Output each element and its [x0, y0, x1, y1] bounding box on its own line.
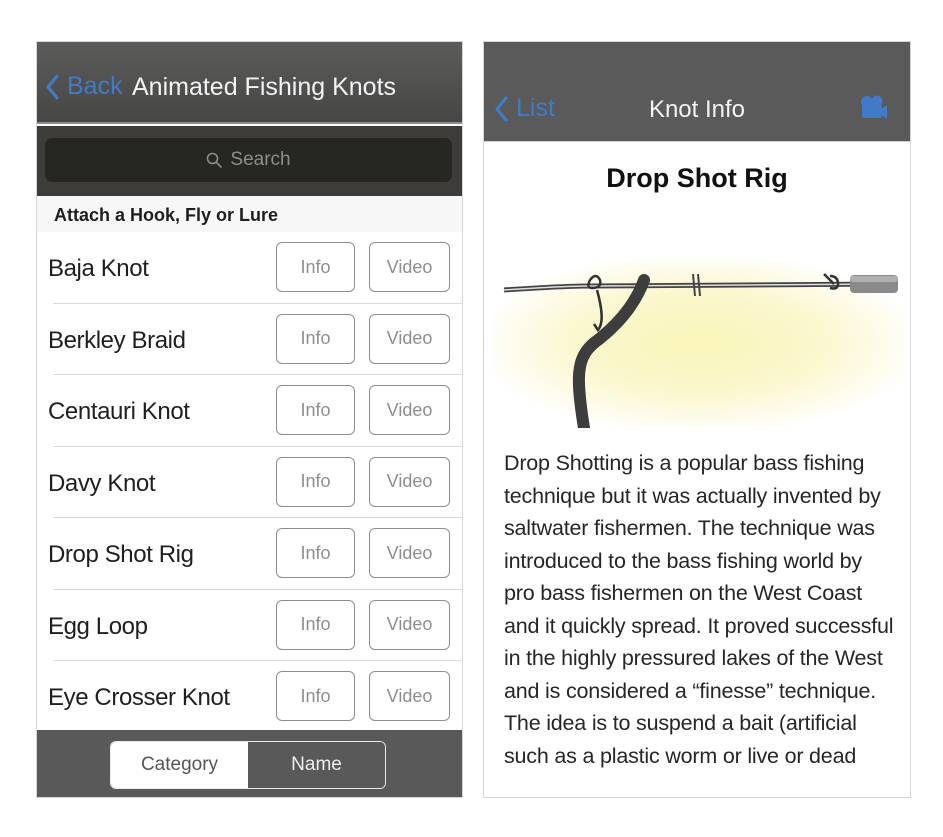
back-button[interactable]: Back: [45, 72, 123, 101]
knot-list: Baja Knot Info Video Berkley Braid Info …: [37, 232, 462, 733]
drop-shot-rig-illustration: [494, 258, 904, 428]
info-button[interactable]: Info: [276, 456, 355, 507]
knot-name: Egg Loop: [48, 612, 148, 640]
list-item[interactable]: Berkley Braid Info Video: [37, 304, 462, 376]
knot-name: Drop Shot Rig: [48, 541, 194, 568]
list-item[interactable]: Baja Knot Info Video: [37, 232, 462, 304]
video-button[interactable]: Video: [369, 242, 450, 292]
list-item[interactable]: Eye Crosser Knot Info Video: [37, 661, 462, 733]
knot-description: Drop Shotting is a popular bass fishing …: [504, 451, 894, 768]
sinker-highlight: [850, 276, 898, 282]
page-title: Knot Info: [648, 96, 746, 123]
info-button[interactable]: Info: [276, 599, 355, 650]
segment-category[interactable]: Category: [111, 742, 248, 788]
video-button[interactable]: Video: [369, 599, 450, 650]
list-item[interactable]: Egg Loop Info Video: [37, 590, 462, 662]
back-label: Back: [67, 72, 123, 100]
navigation-bar: Back Animated Fishing Knots: [37, 42, 462, 124]
search-bar-container: Search: [37, 126, 462, 196]
knot-info-screen: List Knot Info Drop Shot Rig Drop Shotti…: [483, 41, 911, 798]
list-item[interactable]: Centauri Knot Info Video: [37, 375, 462, 447]
video-button[interactable]: Video: [369, 385, 450, 435]
chevron-left-icon: [46, 73, 59, 100]
segment-name[interactable]: Name: [248, 742, 385, 788]
list-item[interactable]: Drop Shot Rig Info Video: [37, 518, 462, 590]
video-button[interactable]: Video: [369, 456, 450, 507]
description-fade: [484, 768, 910, 797]
knot-name: Berkley Braid: [48, 326, 186, 354]
info-button[interactable]: Info: [276, 528, 355, 578]
video-button[interactable]: Video: [369, 671, 450, 721]
list-item[interactable]: Davy Knot Info Video: [37, 447, 462, 519]
bottom-toolbar: Category Name: [37, 730, 462, 797]
knot-list-screen: Back Animated Fishing Knots Search Attac…: [36, 41, 463, 798]
page-title: Animated Fishing Knots: [132, 73, 397, 101]
knot-title: Drop Shot Rig: [606, 163, 788, 193]
knot-name: Davy Knot: [48, 469, 156, 497]
section-header: Attach a Hook, Fly or Lure: [37, 196, 462, 232]
search-placeholder: Search: [230, 149, 291, 170]
video-button[interactable]: Video: [369, 313, 450, 364]
sort-segmented-control: Category Name: [110, 741, 386, 789]
info-button[interactable]: Info: [276, 671, 355, 721]
knot-name: Baja Knot: [48, 255, 149, 282]
info-button[interactable]: Info: [276, 385, 355, 435]
info-button[interactable]: Info: [276, 313, 355, 364]
video-button[interactable]: Video: [369, 528, 450, 578]
navigation-bar: List Knot Info: [484, 42, 910, 142]
search-icon: [207, 152, 223, 168]
knot-name: Eye Crosser Knot: [48, 684, 230, 711]
knot-name: Centauri Knot: [48, 398, 190, 425]
search-input[interactable]: Search: [45, 138, 452, 182]
info-button[interactable]: Info: [276, 242, 355, 292]
video-camera-icon[interactable]: [860, 95, 888, 121]
